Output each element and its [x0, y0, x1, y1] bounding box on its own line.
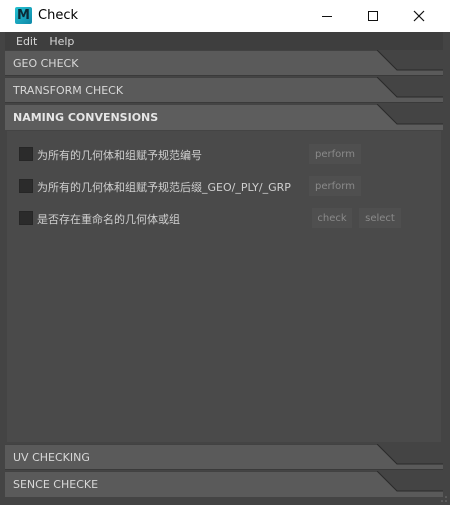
perform-button[interactable]: perform — [309, 176, 361, 196]
frame-label-uv-checking: UV CHECKING — [13, 451, 90, 464]
close-icon — [413, 10, 425, 22]
naming-row-1-checkbox[interactable] — [19, 147, 33, 161]
maya-app-icon: M — [15, 7, 32, 24]
select-button[interactable]: select — [359, 208, 401, 228]
frame-label-naming-convensions: NAMING CONVENSIONS — [13, 111, 159, 124]
naming-row-3-checkbox[interactable] — [19, 211, 33, 225]
minimize-button[interactable] — [304, 0, 350, 32]
menu-help[interactable]: Help — [45, 35, 82, 48]
frame-header-uv-checking[interactable]: UV CHECKING — [5, 444, 443, 470]
maximize-button[interactable] — [350, 0, 396, 32]
frame-header-sence-checke[interactable]: SENCE CHECKE — [5, 471, 443, 497]
naming-row-2-label: 为所有的几何体和组赋予规范后缀_GEO/_PLY/_GRP — [37, 181, 291, 194]
frame-header-transform-check[interactable]: TRANSFORM CHECK — [5, 77, 443, 103]
check-button[interactable]: check — [312, 208, 352, 228]
naming-row-2-checkbox[interactable] — [19, 179, 33, 193]
naming-row-2: 为所有的几何体和组赋予规范后缀_GEO/_PLY/_GRP perform — [7, 176, 441, 196]
resize-grip-icon[interactable] — [440, 495, 448, 503]
title-bar: M Check — [0, 0, 450, 32]
frame-header-geo-check[interactable]: GEO CHECK — [5, 50, 443, 76]
menu-edit[interactable]: Edit — [5, 35, 45, 48]
naming-row-3-label: 是否存在重命名的几何体或组 — [37, 213, 180, 226]
minimize-icon — [322, 16, 332, 17]
naming-row-1: 为所有的几何体和组赋予规范编号 perform — [7, 144, 441, 164]
menu-bar: Edit Help — [5, 32, 443, 50]
frame-label-transform-check: TRANSFORM CHECK — [13, 84, 124, 97]
close-button[interactable] — [396, 0, 442, 32]
window-body: Edit Help GEO CHECK TRANSFORM CHECK NAMI… — [5, 32, 443, 498]
perform-button[interactable]: perform — [309, 144, 361, 164]
frame-header-naming-convensions[interactable]: NAMING CONVENSIONS — [5, 104, 443, 130]
naming-row-1-label: 为所有的几何体和组赋予规范编号 — [37, 149, 202, 162]
naming-row-3: 是否存在重命名的几何体或组 check select — [7, 208, 441, 228]
naming-convensions-content: 为所有的几何体和组赋予规范编号 perform 为所有的几何体和组赋予规范后缀_… — [7, 131, 441, 442]
window-title: Check — [38, 8, 78, 23]
maximize-icon — [368, 11, 378, 21]
frame-label-geo-check: GEO CHECK — [13, 57, 79, 70]
frame-label-sence-checke: SENCE CHECKE — [13, 478, 99, 491]
